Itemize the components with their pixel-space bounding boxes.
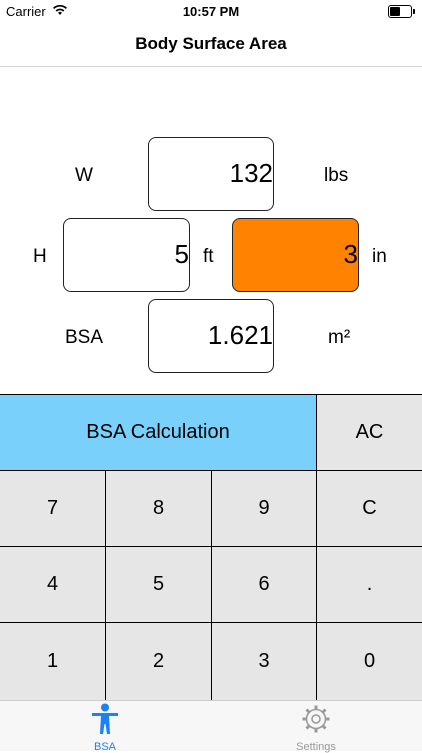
keypad: BSA Calculation AC 7 8 9 C 4 5 6 . 1 2 3… xyxy=(0,394,422,700)
battery-icon xyxy=(388,5,415,18)
bsa-unit-label: m² xyxy=(328,327,351,348)
tab-bsa-label: BSA xyxy=(93,741,116,753)
inches-unit-label: in xyxy=(372,246,387,267)
height-inches-value: 3 xyxy=(343,239,358,269)
height-feet-value: 5 xyxy=(174,239,189,269)
key-1[interactable]: 1 xyxy=(0,623,106,700)
key-9[interactable]: 9 xyxy=(212,471,317,547)
tab-bar: BSA Settings xyxy=(0,700,422,753)
tab-settings[interactable]: Settings xyxy=(276,703,356,753)
key-6[interactable]: 6 xyxy=(212,547,317,623)
page-title: Body Surface Area xyxy=(135,34,287,53)
key-2[interactable]: 2 xyxy=(106,623,212,700)
decimal-point-key[interactable]: . xyxy=(317,547,422,623)
gear-icon xyxy=(302,705,330,733)
weight-label: W xyxy=(75,165,93,186)
person-icon xyxy=(92,703,118,734)
navigation-bar: Body Surface Area xyxy=(0,22,422,67)
weight-field[interactable]: 132 xyxy=(148,137,274,211)
feet-unit-label: ft xyxy=(203,246,214,267)
key-7[interactable]: 7 xyxy=(0,471,106,547)
all-clear-button[interactable]: AC xyxy=(317,394,422,471)
bsa-value: 1.621 xyxy=(207,320,273,350)
key-8[interactable]: 8 xyxy=(106,471,212,547)
height-label: H xyxy=(33,246,47,267)
tab-settings-label: Settings xyxy=(296,741,336,753)
height-feet-field[interactable]: 5 xyxy=(63,218,190,292)
key-5[interactable]: 5 xyxy=(106,547,212,623)
status-bar: Carrier 10:57 PM xyxy=(0,0,422,22)
tab-bsa[interactable]: BSA xyxy=(65,703,145,753)
clear-button[interactable]: C xyxy=(317,471,422,547)
weight-unit-label: lbs xyxy=(324,165,349,186)
key-3[interactable]: 3 xyxy=(212,623,317,700)
bsa-label: BSA xyxy=(65,327,104,348)
key-0[interactable]: 0 xyxy=(317,623,422,700)
bsa-calculation-button[interactable]: BSA Calculation xyxy=(0,394,317,471)
clock-label: 10:57 PM xyxy=(182,4,240,19)
bsa-result-field: 1.621 xyxy=(148,299,274,373)
height-inches-field[interactable]: 3 xyxy=(232,218,359,292)
weight-value: 132 xyxy=(229,158,273,188)
key-4[interactable]: 4 xyxy=(0,547,106,623)
